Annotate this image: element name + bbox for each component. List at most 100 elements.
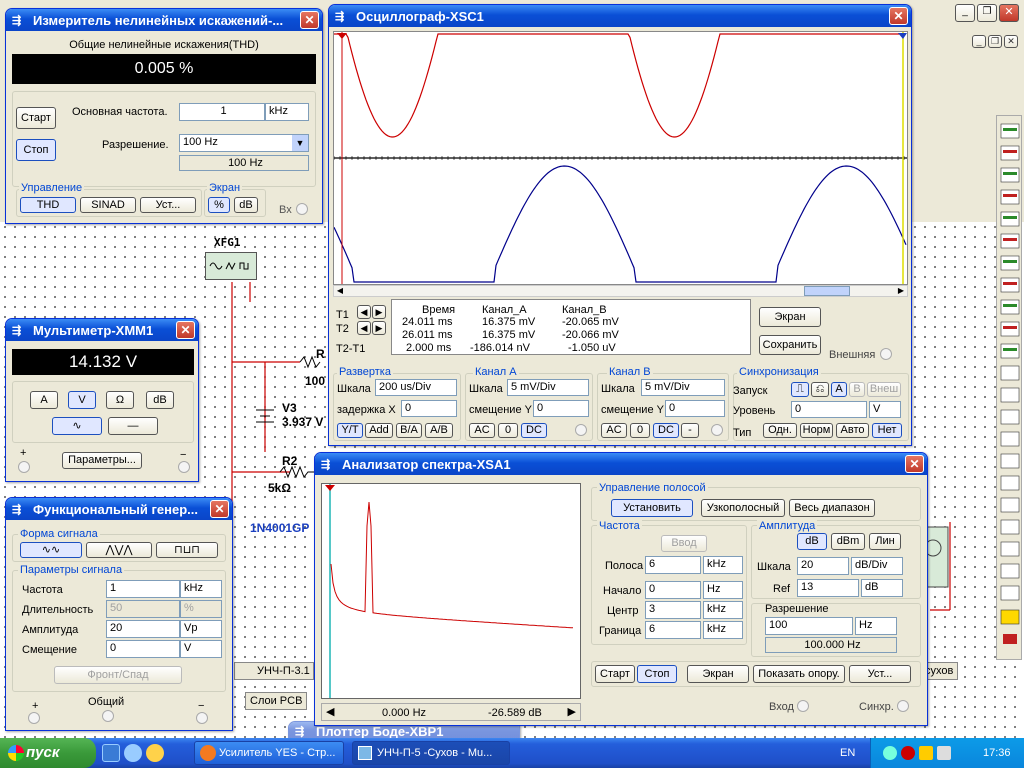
close-icon[interactable]: ✕ [210, 500, 229, 518]
fg-plus-terminal[interactable] [28, 712, 40, 724]
set-span-button[interactable]: Установить [611, 499, 693, 517]
start-freq-unit[interactable]: Hz [703, 581, 743, 599]
frequency-unit[interactable]: kHz [180, 580, 222, 598]
restore-icon[interactable]: ❐ [988, 35, 1002, 48]
trigger-source-external[interactable]: Внеш [867, 382, 901, 397]
multimeter-params-button[interactable]: Параметры... [62, 452, 142, 469]
channel-b-terminal[interactable] [711, 424, 723, 436]
amp-scale-input[interactable]: 20 [797, 557, 849, 575]
sa-sync-terminal[interactable] [897, 700, 909, 712]
t1-right-arrow-icon[interactable]: ▶ [372, 305, 386, 319]
multimeter-titlebar[interactable]: ⇶ Мультиметр-XMM1 ✕ [6, 319, 198, 341]
trigger-auto-button[interactable]: Авто [836, 423, 869, 438]
trigger-none-button[interactable]: Нет [872, 423, 902, 438]
sweep-scale-input[interactable]: 200 us/Div [375, 379, 457, 396]
trigger-normal-button[interactable]: Норм [800, 423, 833, 438]
distortion-start-button[interactable]: Старт [16, 107, 56, 129]
scroll-right-icon[interactable]: ▶ [895, 286, 907, 296]
end-freq-unit[interactable]: kHz [703, 621, 743, 639]
multimeter-minus-terminal[interactable] [178, 461, 190, 473]
scroll-thumb[interactable] [804, 286, 850, 296]
amp-dbm-button[interactable]: dBm [831, 533, 865, 550]
trigger-level-input[interactable]: 0 [791, 401, 867, 418]
channel-b-offset-input[interactable]: 0 [665, 400, 725, 417]
channel-a-ac-button[interactable]: AC [469, 423, 495, 438]
distortion-titlebar[interactable]: ⇶ Измеритель нелинейных искажений-... ✕ [6, 9, 322, 31]
function-generator-symbol[interactable] [205, 252, 257, 280]
tray-volume-icon[interactable] [937, 746, 951, 760]
channel-b-ac-button[interactable]: AC [601, 423, 627, 438]
sa-screen-button[interactable]: Экран [687, 665, 749, 683]
cursor-left-icon[interactable]: ◀ [326, 705, 334, 718]
close-icon[interactable]: ✕ [1004, 35, 1018, 48]
end-freq-input[interactable]: 6 [645, 621, 701, 639]
offset-unit[interactable]: V [180, 640, 222, 658]
ammeter-button[interactable]: A [30, 391, 58, 409]
fundamental-freq-input[interactable]: 1 [179, 103, 265, 121]
amp-scale-unit[interactable]: dB/Div [851, 557, 903, 575]
spectrum-cursor-marker-icon[interactable] [325, 485, 335, 491]
sa-start-button[interactable]: Старт [595, 665, 635, 683]
osc-screen-button[interactable]: Экран [759, 307, 821, 327]
resolution-input[interactable]: 100 [765, 617, 853, 635]
channel-a-dc-button[interactable]: DC [521, 423, 547, 438]
channel-b-scale-input[interactable]: 5 mV/Div [641, 379, 725, 396]
scroll-left-icon[interactable]: ◀ [334, 286, 346, 296]
rising-edge-icon[interactable]: ⎍ [791, 382, 809, 397]
tray-antivirus-icon[interactable] [901, 746, 915, 760]
show-ref-button[interactable]: Показать опору. [753, 665, 845, 683]
channel-b-minus-button[interactable]: - [681, 423, 699, 438]
voltmeter-button[interactable]: V [68, 391, 96, 409]
amplitude-input[interactable]: 20 [106, 620, 180, 638]
quicklaunch-ie-icon[interactable] [124, 744, 142, 762]
channel-b-dc-button[interactable]: DC [653, 423, 679, 438]
sa-input-terminal[interactable] [797, 700, 809, 712]
db-button[interactable]: dB [234, 197, 258, 213]
sa-stop-button[interactable]: Стоп [637, 665, 677, 683]
span-unit[interactable]: kHz [703, 556, 743, 574]
quicklaunch-desktop-icon[interactable] [102, 744, 120, 762]
enter-button[interactable]: Ввод [661, 535, 707, 552]
frequency-input[interactable]: 1 [106, 580, 180, 598]
triangle-wave-icon[interactable]: ⋀⋁⋀ [86, 542, 152, 558]
osc-save-button[interactable]: Сохранить [759, 335, 821, 355]
trigger-source-a[interactable]: A [831, 382, 847, 397]
channel-a-scale-input[interactable]: 5 mV/Div [507, 379, 589, 396]
sweep-delay-input[interactable]: 0 [401, 400, 457, 417]
amp-db-button[interactable]: dB [797, 533, 827, 550]
amp-linear-button[interactable]: Лин [869, 533, 901, 550]
chevron-down-icon[interactable]: ▼ [292, 135, 308, 151]
task-browser[interactable]: Усилитель YES - Стр... [194, 741, 344, 765]
start-freq-input[interactable]: 0 [645, 581, 701, 599]
cursor-t1-marker-icon[interactable] [337, 33, 347, 39]
quicklaunch-mail-icon[interactable] [146, 744, 164, 762]
fg-common-terminal[interactable] [102, 710, 114, 722]
pcb-layers-tab[interactable]: Слои PCB [245, 692, 307, 710]
fg-minus-terminal[interactable] [196, 712, 208, 724]
multimeter-plus-terminal[interactable] [18, 461, 30, 473]
rise-fall-button[interactable]: Фронт/Спад [54, 666, 182, 684]
close-icon[interactable]: ✕ [905, 455, 924, 473]
close-icon[interactable]: ✕ [889, 7, 908, 25]
channel-b-zero-button[interactable]: 0 [630, 423, 650, 438]
add-button[interactable]: Add [365, 423, 393, 438]
sine-wave-icon[interactable]: ∿∿ [20, 542, 82, 558]
oscilloscope-titlebar[interactable]: ⇶ Осциллограф-XSC1 ✕ [329, 5, 911, 27]
oscilloscope-screen[interactable] [333, 31, 908, 285]
sa-titlebar[interactable]: ⇶ Анализатор спектра-XSA1 ✕ [315, 453, 927, 475]
task-multisim[interactable]: УНЧ-П-5 -Сухов - Mu... [352, 741, 510, 765]
channel-a-zero-button[interactable]: 0 [498, 423, 518, 438]
trigger-source-b[interactable]: B [849, 382, 865, 397]
ref-unit[interactable]: dB [861, 579, 903, 597]
yt-button[interactable]: Y/T [337, 423, 363, 438]
ab-button[interactable]: A/B [425, 423, 453, 438]
percent-button[interactable]: % [208, 197, 230, 213]
t2-left-arrow-icon[interactable]: ◀ [357, 321, 371, 335]
narrowband-button[interactable]: Узкополосный [701, 499, 785, 517]
sa-settings-button[interactable]: Уст... [849, 665, 911, 683]
ac-wave-icon[interactable]: ∿ [52, 417, 102, 435]
trigger-level-unit[interactable]: V [869, 401, 901, 418]
thd-button[interactable]: THD [20, 197, 76, 213]
ba-button[interactable]: B/A [396, 423, 422, 438]
t2-right-arrow-icon[interactable]: ▶ [372, 321, 386, 335]
